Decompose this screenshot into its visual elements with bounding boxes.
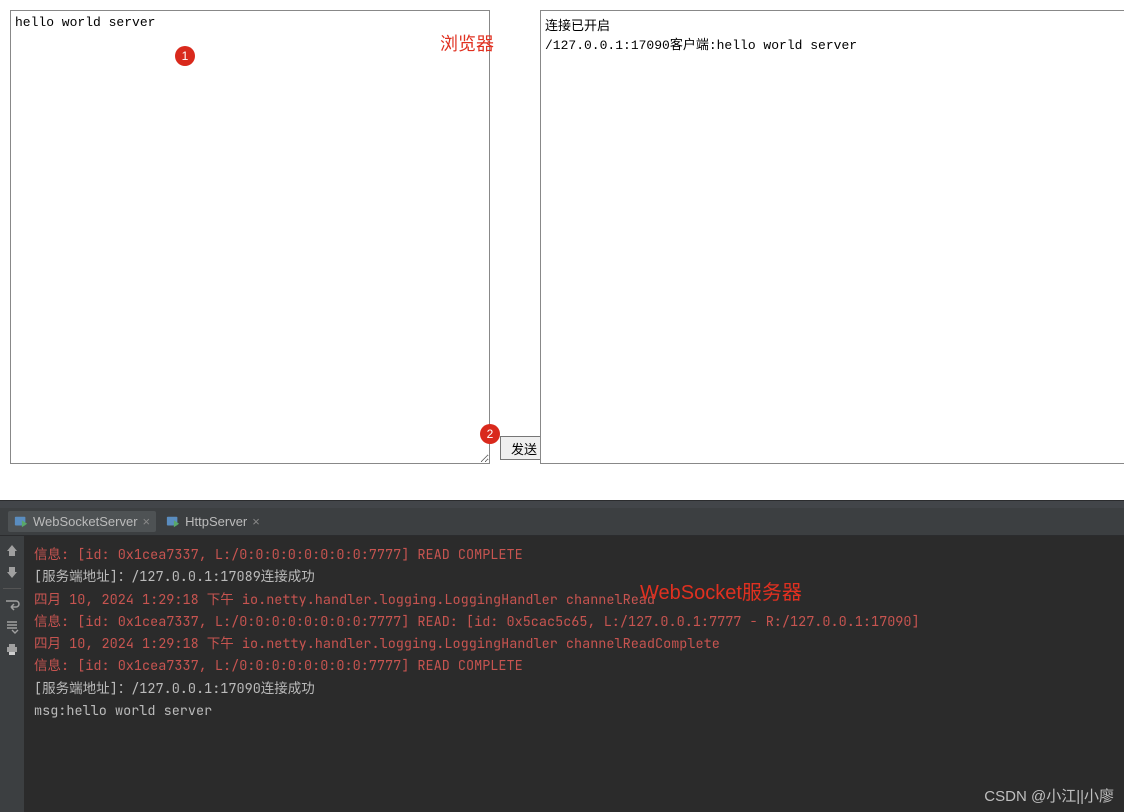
console-line: 四月 10, 2024 1:29:18 下午 io.netty.handler.… — [34, 633, 1114, 655]
annotation-browser-label: 浏览器 — [440, 30, 494, 56]
message-input[interactable] — [10, 10, 490, 464]
tab-http-server[interactable]: HttpServer × — [160, 511, 266, 532]
annotation-badge-1: 1 — [175, 46, 195, 66]
run-config-icon — [14, 515, 28, 529]
annotation-websocket-label: WebSocket服务器 — [640, 576, 802, 605]
console-line: 四月 10, 2024 1:29:18 下午 io.netty.handler.… — [34, 589, 1114, 611]
console-line: [服务端地址]：/127.0.0.1:17090连接成功 — [34, 678, 1114, 700]
console-line: 信息: [id: 0x1cea7337, L:/0:0:0:0:0:0:0:0:… — [34, 655, 1114, 677]
server-log-output[interactable] — [540, 10, 1124, 464]
up-arrow-icon[interactable] — [4, 542, 20, 558]
print-icon[interactable] — [4, 641, 20, 657]
console-output[interactable]: 信息: [id: 0x1cea7337, L:/0:0:0:0:0:0:0:0:… — [0, 536, 1124, 730]
annotation-badge-2: 2 — [480, 424, 500, 444]
panel-divider — [0, 500, 1124, 508]
close-icon[interactable]: × — [252, 514, 260, 529]
console-panel: 信息: [id: 0x1cea7337, L:/0:0:0:0:0:0:0:0:… — [0, 536, 1124, 812]
console-line: 信息: [id: 0x1cea7337, L:/0:0:0:0:0:0:0:0:… — [34, 611, 1114, 633]
browser-panel: 发送 1 2 浏览器 — [0, 0, 1124, 500]
tab-label: HttpServer — [185, 514, 247, 529]
console-gutter — [0, 536, 24, 812]
console-line: msg:hello world server — [34, 700, 1114, 722]
down-arrow-icon[interactable] — [4, 564, 20, 580]
tab-websocket-server[interactable]: WebSocketServer × — [8, 511, 156, 532]
run-tab-bar: WebSocketServer × HttpServer × — [0, 508, 1124, 536]
console-line: [服务端地址]：/127.0.0.1:17089连接成功 — [34, 566, 1114, 588]
input-column — [10, 10, 490, 500]
close-icon[interactable]: × — [143, 514, 151, 529]
soft-wrap-icon[interactable] — [4, 597, 20, 613]
tab-label: WebSocketServer — [33, 514, 138, 529]
log-column — [540, 10, 1124, 500]
watermark: CSDN @小江||小廖 — [984, 785, 1114, 806]
gutter-separator — [3, 588, 21, 589]
console-line: 信息: [id: 0x1cea7337, L:/0:0:0:0:0:0:0:0:… — [34, 544, 1114, 566]
scroll-to-end-icon[interactable] — [4, 619, 20, 635]
run-config-icon — [166, 515, 180, 529]
